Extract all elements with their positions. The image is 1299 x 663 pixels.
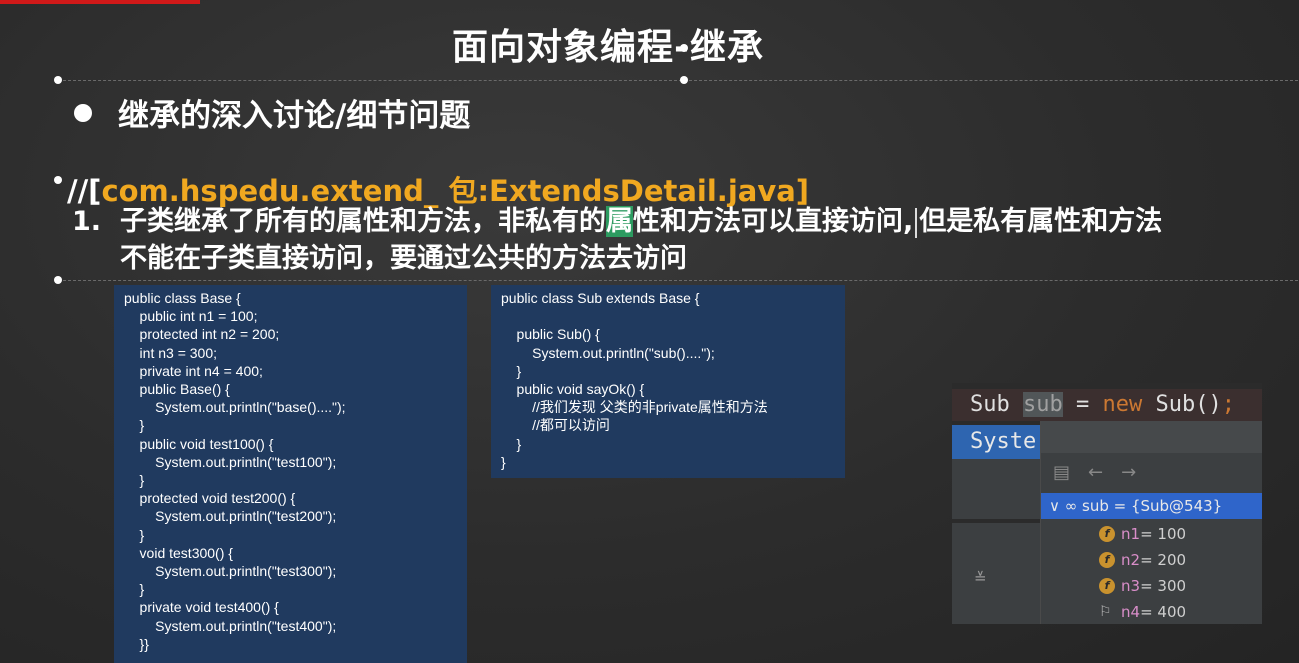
- point-1-text-b: 性和方法可以直接访问,: [633, 206, 914, 237]
- folder-icon[interactable]: ▤: [1053, 462, 1070, 483]
- flag-icon: ⚐: [1099, 604, 1112, 620]
- variable-inspect-popup: ▤ ← → ∨ ∞ sub = {Sub@543} f n1 = 100 f n2 …: [1040, 421, 1262, 624]
- field-row-n4[interactable]: ⚐ n4 = 400: [1099, 599, 1186, 624]
- rotate-handle[interactable]: [680, 44, 688, 52]
- bullet-item: 继承的深入讨论/细节问题: [74, 90, 470, 135]
- field-icon: f: [1099, 552, 1115, 568]
- point-1-text-c: 但是私有属性和方法: [919, 206, 1163, 237]
- resize-handle-top-middle[interactable]: [680, 76, 688, 84]
- back-arrow-icon[interactable]: ←: [1088, 462, 1103, 483]
- field-row-n3[interactable]: f n3 = 300: [1099, 573, 1186, 599]
- slide-title: 面向对象编程-继承: [452, 27, 764, 68]
- forward-arrow-icon[interactable]: →: [1121, 462, 1136, 483]
- ide-debugger-snippet: Sub sub = new Sub(); Syste ≚ ▤ ← → ∨ ∞ s…: [952, 383, 1262, 624]
- field-row-n2[interactable]: f n2 = 200: [1099, 547, 1186, 573]
- tree-node-sub[interactable]: ∨ ∞ sub = {Sub@543}: [1041, 493, 1262, 519]
- highlighted-char: 属: [606, 206, 633, 237]
- selection-border-top: [58, 80, 1298, 81]
- keyword-new: new: [1102, 392, 1143, 417]
- resize-handle-middle-left[interactable]: [54, 176, 62, 184]
- text-cursor: [915, 207, 918, 238]
- selection-border-bottom: [58, 280, 1298, 281]
- field-icon: f: [1099, 578, 1115, 594]
- var-sub[interactable]: sub: [1022, 392, 1063, 417]
- ide-panel: [952, 459, 1040, 519]
- bullet-text: 继承的深入讨论/细节问题: [118, 98, 471, 134]
- resize-handle-top-left[interactable]: [54, 76, 62, 84]
- field-icon: f: [1099, 526, 1115, 542]
- field-row-n1[interactable]: f n1 = 100: [1099, 521, 1186, 547]
- sub-class-code-block: public class Sub extends Base { public S…: [491, 285, 845, 478]
- align-icon[interactable]: ≚: [974, 569, 987, 587]
- base-class-code-block: public class Base { public int n1 = 100;…: [114, 285, 467, 663]
- point-1-number: 1.: [72, 206, 102, 237]
- ide-panel-lower: [952, 523, 1040, 624]
- top-red-bar: [0, 0, 200, 4]
- popup-toolbar: ▤ ← →: [1041, 457, 1136, 487]
- code-line-new-sub: Sub sub = new Sub();: [952, 389, 1262, 421]
- code-line-system: Syste: [952, 425, 1040, 459]
- popup-header: [1041, 421, 1262, 453]
- point-1-text-a: 子类继承了所有的属性和方法，非私有的: [120, 206, 606, 237]
- resize-handle-bottom-left[interactable]: [54, 276, 62, 284]
- point-1-line-2: 不能在子类直接访问，要通过公共的方法去访问: [120, 243, 687, 274]
- point-1: 1. 子类继承了所有的属性和方法，非私有的属性和方法可以直接访问, 但是私有属性和方…: [72, 203, 1162, 277]
- bullet-dot-icon: [74, 103, 92, 122]
